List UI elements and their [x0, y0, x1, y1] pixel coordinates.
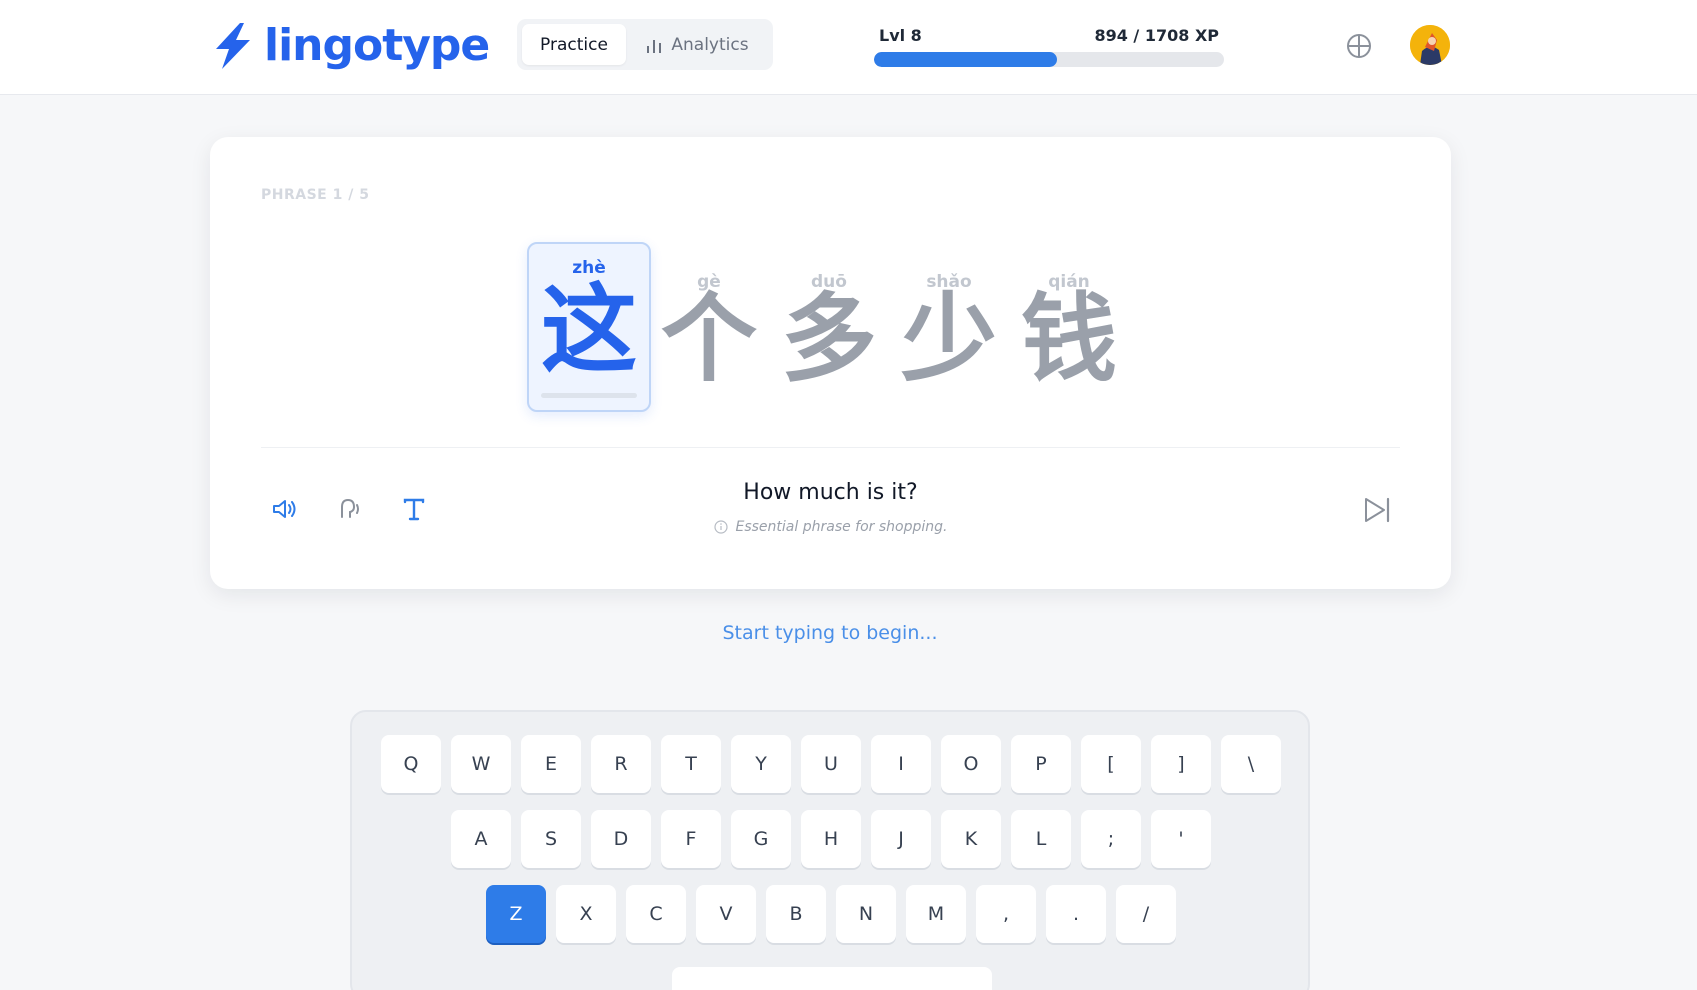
key-C[interactable]: C [626, 885, 686, 943]
key-.[interactable]: . [1046, 885, 1106, 943]
avatar-image [1410, 25, 1450, 65]
key-,[interactable]: , [976, 885, 1036, 943]
tab-analytics-label: Analytics [671, 34, 749, 55]
spacebar-key[interactable] [672, 967, 992, 990]
key-N[interactable]: N [836, 885, 896, 943]
key-X[interactable]: X [556, 885, 616, 943]
start-hint: Start typing to begin... [722, 622, 938, 644]
key-U[interactable]: U [801, 735, 861, 793]
key-\[interactable]: \ [1221, 735, 1281, 793]
character-card: qián 钱 [1007, 242, 1131, 412]
key-[[interactable]: [ [1081, 735, 1141, 793]
xp-label: 894 / 1708 XP [1094, 26, 1219, 45]
key-S[interactable]: S [521, 810, 581, 868]
key-;[interactable]: ; [1081, 810, 1141, 868]
character-card: gè 个 [647, 242, 771, 412]
key-J[interactable]: J [871, 810, 931, 868]
virtual-keyboard: Q W E R T Y U I O P[] \ A S D F G H J K L; ' Z X C V B N M,. / [350, 710, 1310, 990]
key-L[interactable]: L [1011, 810, 1071, 868]
key-/[interactable]: / [1116, 885, 1176, 943]
hanzi: 个 [661, 283, 757, 395]
key-F[interactable]: F [661, 810, 721, 868]
key-Q[interactable]: Q [381, 735, 441, 793]
key-R[interactable]: R [591, 735, 651, 793]
key-D[interactable]: D [591, 810, 651, 868]
level-label: Lvl 8 [879, 26, 922, 45]
key-E[interactable]: E [521, 735, 581, 793]
character-card: shǎo 少 [887, 242, 1011, 412]
tab-analytics[interactable]: Analytics [626, 24, 768, 65]
card-divider [261, 447, 1400, 448]
xp-progress: Lvl 8 894 / 1708 XP [874, 26, 1224, 67]
character-card-active[interactable]: zhè 这 [527, 242, 651, 412]
lightning-bolt-icon [216, 23, 250, 69]
tab-practice[interactable]: Practice [522, 24, 626, 65]
globe-icon[interactable] [1346, 33, 1372, 59]
main-nav: Practice Analytics [517, 19, 773, 70]
app-name: lingotype [264, 20, 490, 71]
hanzi: 这 [541, 274, 637, 386]
avatar[interactable] [1410, 25, 1450, 65]
key-I[interactable]: I [871, 735, 931, 793]
tab-practice-label: Practice [540, 34, 608, 55]
key-Y[interactable]: Y [731, 735, 791, 793]
key-Z[interactable]: Z [486, 885, 546, 943]
top-bar: lingotype Practice Analytics Lvl 8 894 /… [0, 0, 1697, 95]
phrase-card: PHRASE 1 / 5 zhè 这 gè 个 duō 多 shǎo 少 qiá… [210, 137, 1451, 589]
key-][interactable]: ] [1151, 735, 1211, 793]
key-W[interactable]: W [451, 735, 511, 793]
key-K[interactable]: K [941, 810, 1001, 868]
xp-bar [874, 52, 1224, 67]
phrase-note-text: Essential phrase for shopping. [735, 519, 948, 535]
key-V[interactable]: V [696, 885, 756, 943]
phrase-translation: How much is it? [743, 480, 918, 505]
key-H[interactable]: H [801, 810, 861, 868]
logo[interactable]: lingotype [210, 20, 490, 72]
typing-progress-line [541, 393, 637, 398]
hanzi: 少 [901, 283, 997, 395]
hanzi: 钱 [1021, 283, 1117, 395]
key-'[interactable]: ' [1151, 810, 1211, 868]
key-T[interactable]: T [661, 735, 721, 793]
character-card: duō 多 [767, 242, 891, 412]
key-O[interactable]: O [941, 735, 1001, 793]
key-B[interactable]: B [766, 885, 826, 943]
phrase-note: Essential phrase for shopping. [210, 519, 1451, 535]
key-M[interactable]: M [906, 885, 966, 943]
key-A[interactable]: A [451, 810, 511, 868]
phrase-counter: PHRASE 1 / 5 [261, 187, 370, 203]
key-G[interactable]: G [731, 810, 791, 868]
key-P[interactable]: P [1011, 735, 1071, 793]
skip-forward-icon[interactable] [1360, 493, 1394, 527]
hanzi: 多 [781, 283, 877, 395]
bar-chart-icon [647, 39, 662, 53]
info-icon [713, 520, 728, 534]
xp-bar-fill [874, 52, 1058, 67]
